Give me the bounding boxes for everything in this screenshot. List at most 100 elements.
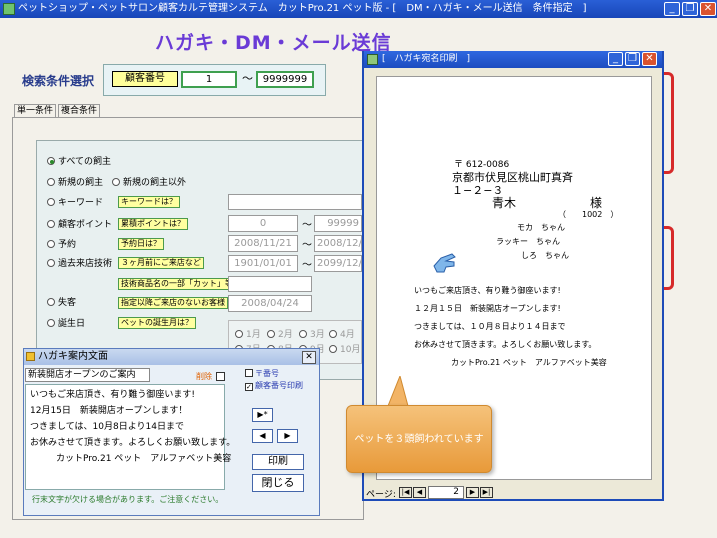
preview-message-line: いつもご来店頂き、有り難う御座います!: [414, 286, 561, 295]
checkbox-label: 顧客番号印刷: [255, 381, 303, 390]
dialog-close-icon[interactable]: ✕: [302, 351, 316, 364]
preview-minimize-button[interactable]: _: [608, 52, 623, 66]
callout-pointer: [387, 376, 409, 407]
radio-icon: [47, 259, 55, 267]
preview-page-label: ページ:: [366, 490, 396, 500]
dialog-footer-note: 行末文字が欠ける場合があります。ご注意ください。: [32, 495, 224, 504]
zip-checkbox[interactable]: 〒番号: [245, 368, 279, 379]
delete-checkbox[interactable]: [216, 372, 225, 381]
next-record-button[interactable]: ▶: [277, 429, 298, 443]
close-dialog-button[interactable]: 閉じる: [252, 474, 304, 492]
month-10[interactable]: 10月: [329, 342, 360, 355]
option-not-new-owners[interactable]: 新規の飼主以外: [112, 175, 186, 188]
month-label: 3月: [310, 330, 325, 340]
print-button[interactable]: 印刷: [252, 454, 304, 470]
check-icon: ✓: [245, 383, 253, 391]
reservation-to-input[interactable]: 2008/12/: [314, 235, 362, 252]
option-label: 過去来店技術: [58, 259, 113, 269]
first-page-icon[interactable]: |◀: [399, 487, 412, 498]
preview-pet: ラッキー ちゃん: [496, 237, 560, 246]
page-heading: ハガキ・DM・メール送信: [155, 32, 392, 54]
month-label: 2月: [278, 330, 293, 340]
past-to-input[interactable]: 2099/12/: [314, 255, 362, 272]
month-3[interactable]: 3月: [299, 327, 325, 340]
page-number-input[interactable]: 2: [428, 486, 464, 499]
option-label: 新規の飼主: [58, 178, 104, 188]
close-button[interactable]: ✕: [700, 2, 716, 16]
checkbox-label: 〒番号: [255, 369, 279, 378]
keyword-hint: キーワードは？: [118, 196, 180, 208]
radio-icon: [112, 178, 120, 186]
highlight-bracket-address: [664, 72, 674, 174]
month-label: 1月: [246, 330, 261, 340]
field-select-button[interactable]: 顧客番号: [112, 71, 178, 87]
radio-icon: [267, 330, 275, 338]
tab-single-condition[interactable]: 単一条件: [14, 104, 57, 118]
points-to-input[interactable]: 99999: [314, 215, 362, 232]
radio-icon: [329, 345, 337, 353]
restore-button[interactable]: ❐: [682, 2, 698, 16]
new-record-button[interactable]: ▶*: [252, 408, 273, 422]
option-label: キーワード: [58, 198, 104, 208]
range-tilde: 〜: [242, 72, 253, 85]
month-2[interactable]: 2月: [267, 327, 293, 340]
search-from-input[interactable]: 1: [181, 71, 237, 88]
month-4[interactable]: 4月: [329, 327, 355, 340]
option-birthday[interactable]: 誕生日: [47, 316, 85, 329]
past-from-input[interactable]: 1901/01/01: [228, 255, 298, 272]
preview-message-line: お休みさせて頂きます。よろしくお願い致します。: [414, 340, 597, 349]
option-new-owners[interactable]: 新規の飼主: [47, 175, 103, 188]
option-label: 新規の飼主以外: [123, 178, 187, 188]
radio-icon: [47, 240, 55, 248]
product-hint: 技術商品名の一部「カット」等: [118, 278, 236, 290]
option-label: すべての飼主: [58, 157, 112, 167]
tab-compound-condition[interactable]: 複合条件: [58, 104, 101, 118]
keyword-input[interactable]: [228, 194, 362, 210]
preview-pet: モカ ちゃん: [517, 223, 565, 232]
radio-icon: [47, 198, 55, 206]
radio-icon: [47, 178, 55, 186]
month-label: 10月: [340, 345, 361, 355]
range-tilde: 〜: [302, 220, 312, 231]
prev-record-button[interactable]: ◀: [252, 429, 273, 443]
message-textarea[interactable]: いつもご来店頂き、有り難う御座います! 12月15日 新装開店オープンします！ …: [25, 384, 235, 490]
next-page-icon[interactable]: ▶: [466, 487, 479, 498]
window-title: ペットショップ・ペットサロン顧客カルテ管理システム カットPro.21 ペット版…: [0, 0, 717, 18]
minimize-button[interactable]: _: [664, 2, 680, 16]
preview-message-line: カットPro.21 ペット アルファベット美容: [451, 358, 607, 367]
message-line: いつもご来店頂き、有り難う御座います!: [30, 390, 195, 400]
reservation-from-input[interactable]: 2008/11/21: [228, 235, 298, 252]
message-line: カットPro.21 ペット アルファベット美容: [56, 454, 232, 464]
subject-input[interactable]: 新装開店オープンのご案内: [25, 368, 150, 382]
product-input[interactable]: [228, 276, 312, 292]
radio-icon: [47, 157, 55, 165]
option-past-tech[interactable]: 過去来店技術: [47, 256, 112, 269]
radio-icon: [299, 330, 307, 338]
preview-message-line: つきましては、１０月８日より１４日まで: [414, 322, 566, 331]
range-tilde: 〜: [302, 260, 312, 271]
radio-icon: [235, 330, 243, 338]
option-keyword[interactable]: キーワード: [47, 195, 103, 208]
pet-count-callout: ペットを３頭飼われています: [346, 405, 492, 473]
points-from-input[interactable]: 0: [228, 215, 298, 232]
message-line: つきましては、10月8日より14日まで: [30, 422, 185, 432]
radio-icon: [47, 298, 55, 306]
range-tilde: 〜: [302, 240, 312, 251]
option-reservation[interactable]: 予約: [47, 237, 76, 250]
search-to-input[interactable]: 9999999: [256, 71, 314, 88]
preview-restore-button[interactable]: ❐: [625, 52, 640, 66]
birthday-hint: ペットの誕生月は？: [118, 317, 196, 329]
last-page-icon[interactable]: ▶|: [480, 487, 493, 498]
option-points[interactable]: 顧客ポイント: [47, 217, 112, 230]
preview-close-button[interactable]: ✕: [642, 52, 657, 66]
option-label: 顧客ポイント: [58, 220, 113, 230]
lost-date-input[interactable]: 2008/04/24: [228, 295, 312, 312]
month-1[interactable]: 1月: [235, 327, 261, 340]
print-customer-no-checkbox[interactable]: ✓ 顧客番号印刷: [245, 380, 303, 391]
option-label: 失客: [58, 298, 77, 308]
preview-message-line: １２月１５日 新装開店オープンします!: [414, 304, 561, 313]
option-all-owners[interactable]: すべての飼主: [47, 154, 111, 167]
prev-page-icon[interactable]: ◀: [413, 487, 426, 498]
option-lost[interactable]: 失客: [47, 295, 76, 308]
highlight-bracket-pets: [664, 226, 674, 290]
